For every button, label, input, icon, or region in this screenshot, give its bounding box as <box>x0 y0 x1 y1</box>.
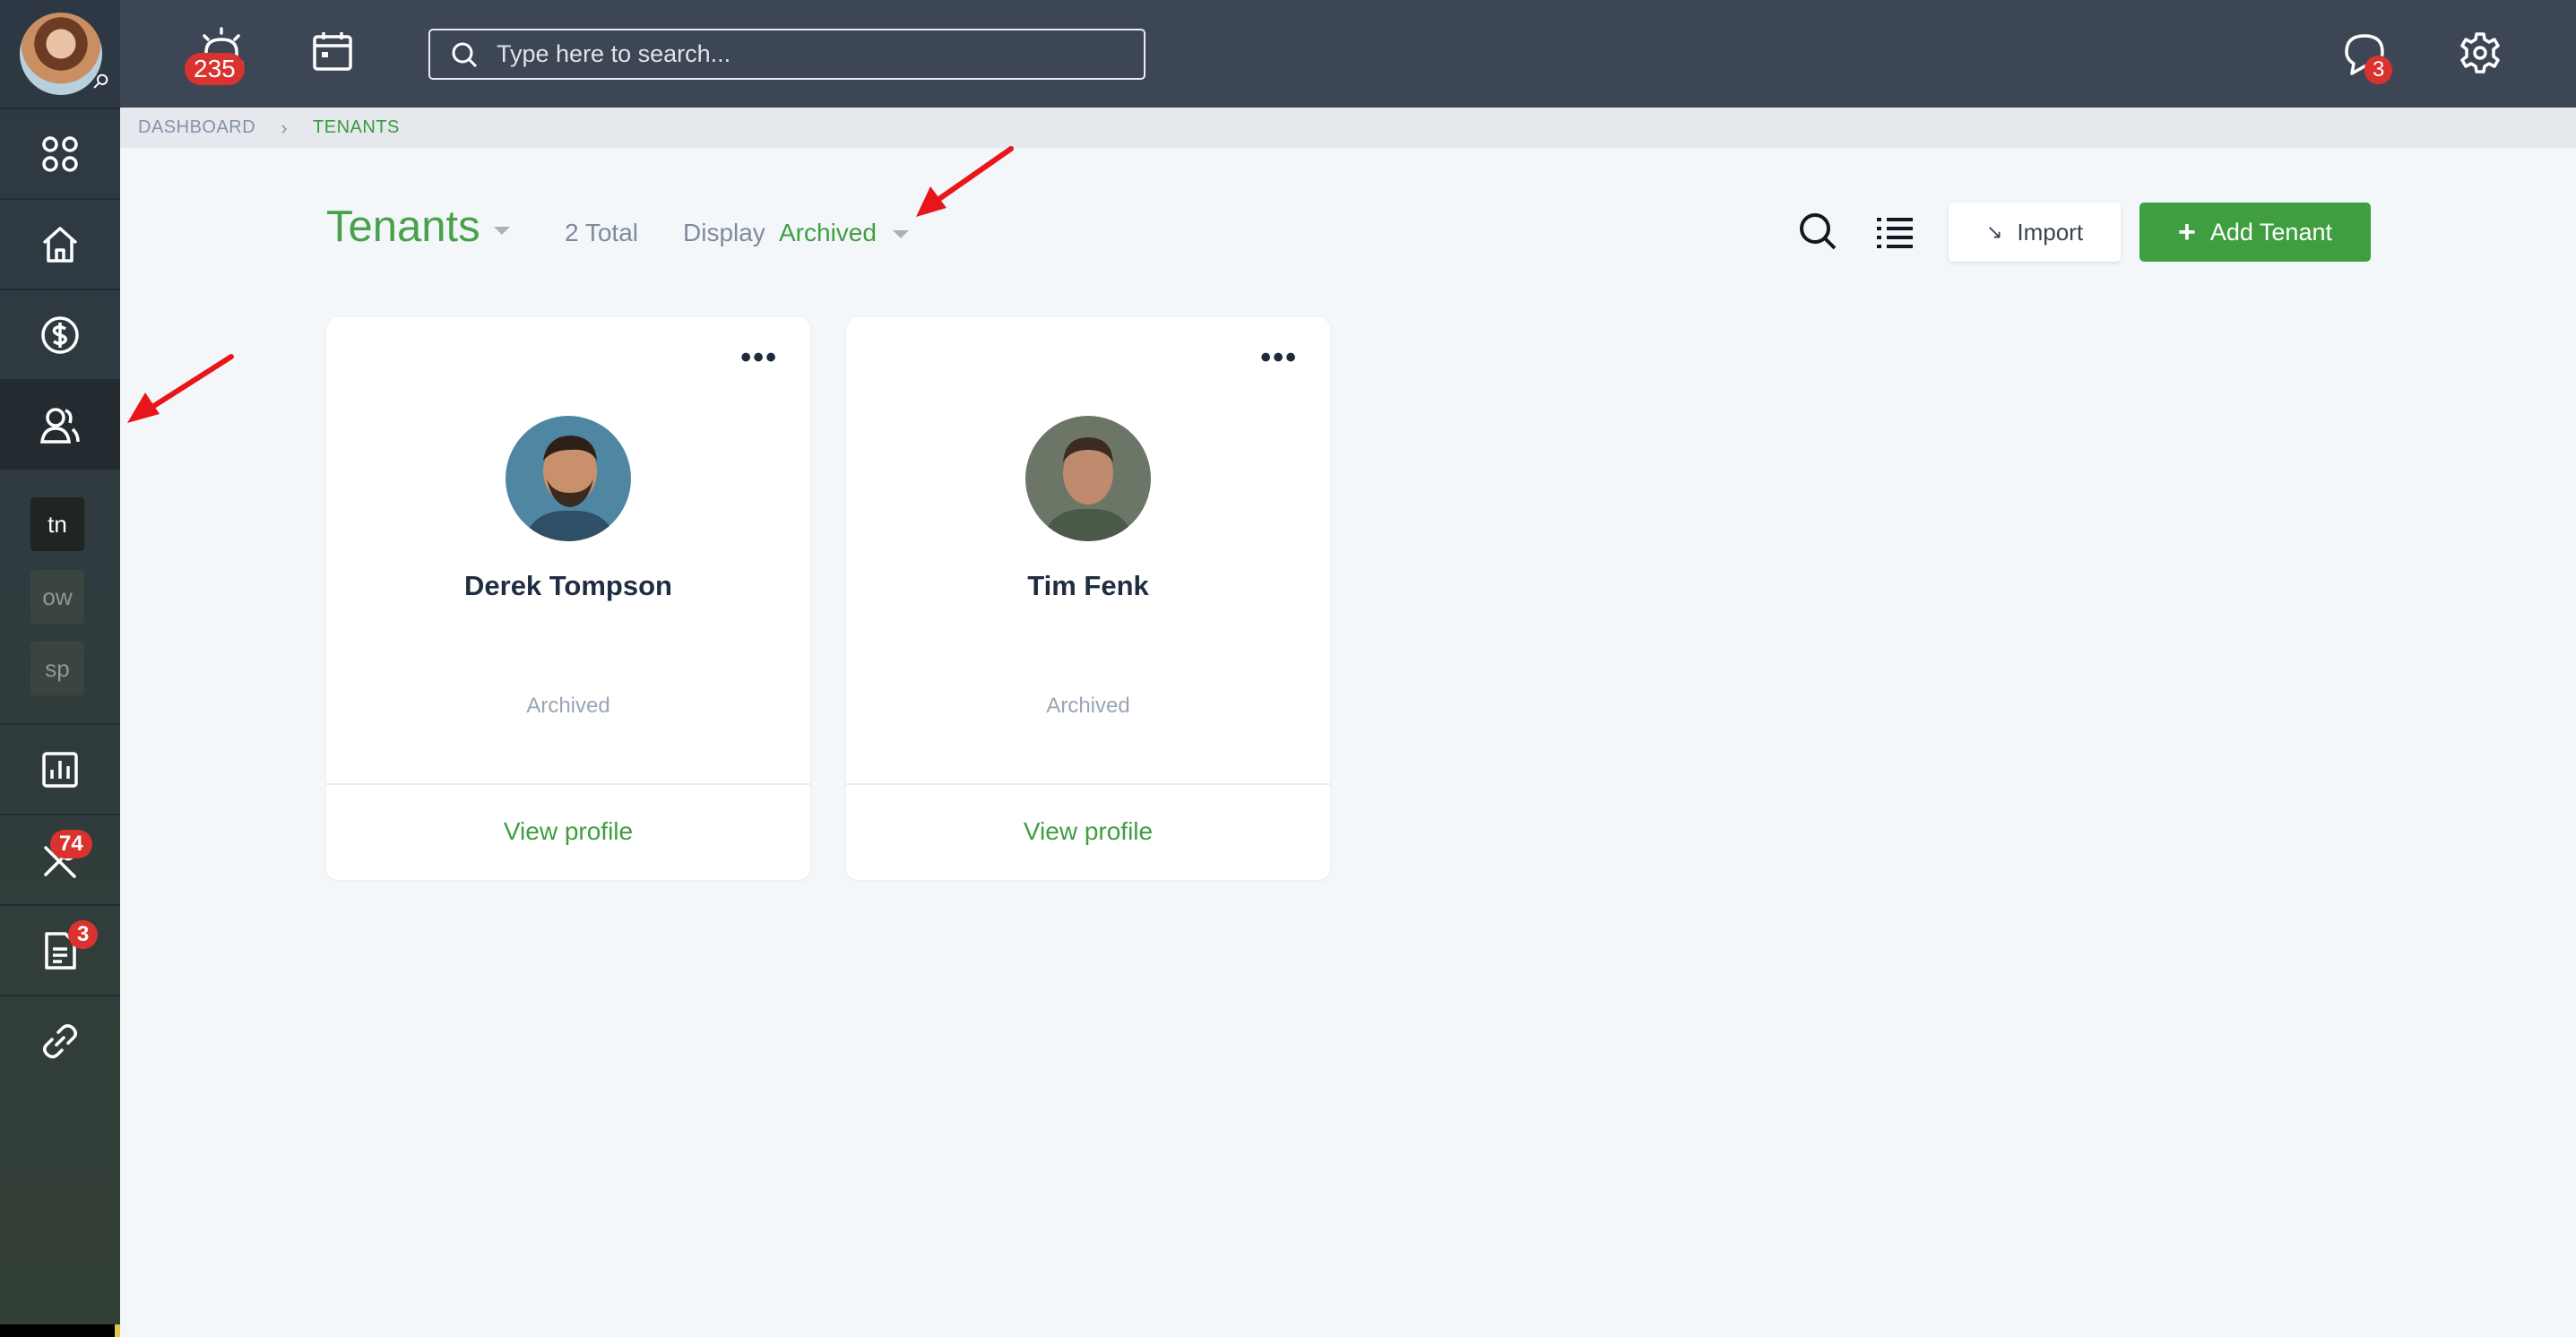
users-icon <box>40 407 80 444</box>
tenant-avatar <box>506 416 631 541</box>
sidebar-item-links[interactable] <box>0 995 120 1085</box>
grid-icon <box>42 135 78 172</box>
search-input[interactable] <box>495 39 1122 69</box>
avatar-portrait <box>1025 416 1151 541</box>
display-dropdown-caret-icon[interactable] <box>893 230 909 238</box>
list-view-icon[interactable] <box>1875 213 1915 253</box>
search-icon <box>452 42 478 67</box>
total-count: 2 Total <box>565 219 638 246</box>
import-button[interactable]: ↘ Import <box>1949 203 2121 262</box>
card-divider <box>326 783 810 785</box>
tenant-status: Archived <box>1046 694 1130 718</box>
annotation-arrow <box>916 146 1014 217</box>
home-icon <box>42 226 78 263</box>
add-tenant-button[interactable]: + Add Tenant <box>2139 203 2371 262</box>
chart-icon <box>42 751 78 788</box>
scroll-indicator <box>115 1324 120 1337</box>
tenant-card: ••• Derek Tompson Archived View profile <box>326 317 810 880</box>
sidebar-subitem-sp[interactable]: sp <box>30 642 84 695</box>
maintenance-badge: 74 <box>50 830 92 858</box>
gear-icon[interactable] <box>2458 30 2503 75</box>
view-profile-link[interactable]: View profile <box>846 817 1330 846</box>
documents-badge: 3 <box>68 920 99 949</box>
sidebar: ⚲ tn ow sp 74 3 <box>0 0 120 1337</box>
more-options-icon[interactable]: ••• <box>1260 341 1298 375</box>
sidebar-item-tenants[interactable] <box>0 379 120 470</box>
display-label: Display <box>683 219 765 246</box>
messages-badge: 3 <box>2364 56 2393 84</box>
search-icon[interactable] <box>1796 210 1839 253</box>
tenant-card: ••• Tim Fenk Archived View profile <box>846 317 1330 880</box>
avatar-portrait <box>506 416 631 541</box>
sidebar-item-reports[interactable] <box>0 723 120 814</box>
breadcrumb: DASHBOARD › TENANTS <box>120 108 2576 148</box>
add-tenant-button-label: Add Tenant <box>2209 218 2332 246</box>
sidebar-item-documents[interactable]: 3 <box>0 904 120 995</box>
sidebar-item-maintenance[interactable]: 74 <box>0 814 120 904</box>
more-options-icon[interactable]: ••• <box>740 341 778 375</box>
view-profile-link[interactable]: View profile <box>326 817 810 846</box>
sidebar-item-payments[interactable] <box>0 289 120 379</box>
annotation-arrow <box>127 354 234 423</box>
user-avatar[interactable]: ⚲ <box>0 0 120 108</box>
tenant-name[interactable]: Tim Fenk <box>846 570 1330 602</box>
sidebar-subitem-ow[interactable]: ow <box>30 570 84 624</box>
tenant-status: Archived <box>526 694 610 718</box>
top-bar: 235 3 <box>120 0 2576 108</box>
sidebar-item-home[interactable] <box>0 198 120 289</box>
notification-badge: 235 <box>185 53 245 85</box>
chevron-right-icon: › <box>281 116 289 139</box>
breadcrumb-current: TENANTS <box>313 117 400 137</box>
sidebar-footer <box>0 1324 120 1337</box>
sidebar-subitem-tn[interactable]: tn <box>30 497 84 551</box>
import-button-label: Import <box>2017 218 2084 246</box>
card-divider <box>846 783 1330 785</box>
tenant-name[interactable]: Derek Tompson <box>326 570 810 602</box>
import-arrow-icon: ↘ <box>1985 220 2003 243</box>
display-filter-select[interactable]: Archived <box>779 219 877 247</box>
dollar-icon <box>41 315 79 354</box>
link-icon <box>43 1023 77 1058</box>
title-dropdown-caret-icon[interactable] <box>494 227 510 235</box>
plus-icon: + <box>2178 214 2196 249</box>
search-bar[interactable] <box>428 29 1145 80</box>
sidebar-item-apps[interactable] <box>0 108 120 198</box>
breadcrumb-dashboard[interactable]: DASHBOARD <box>138 117 255 138</box>
calendar-icon[interactable] <box>310 29 355 73</box>
page-title[interactable]: Tenants <box>326 202 480 252</box>
tenant-avatar <box>1025 416 1151 541</box>
